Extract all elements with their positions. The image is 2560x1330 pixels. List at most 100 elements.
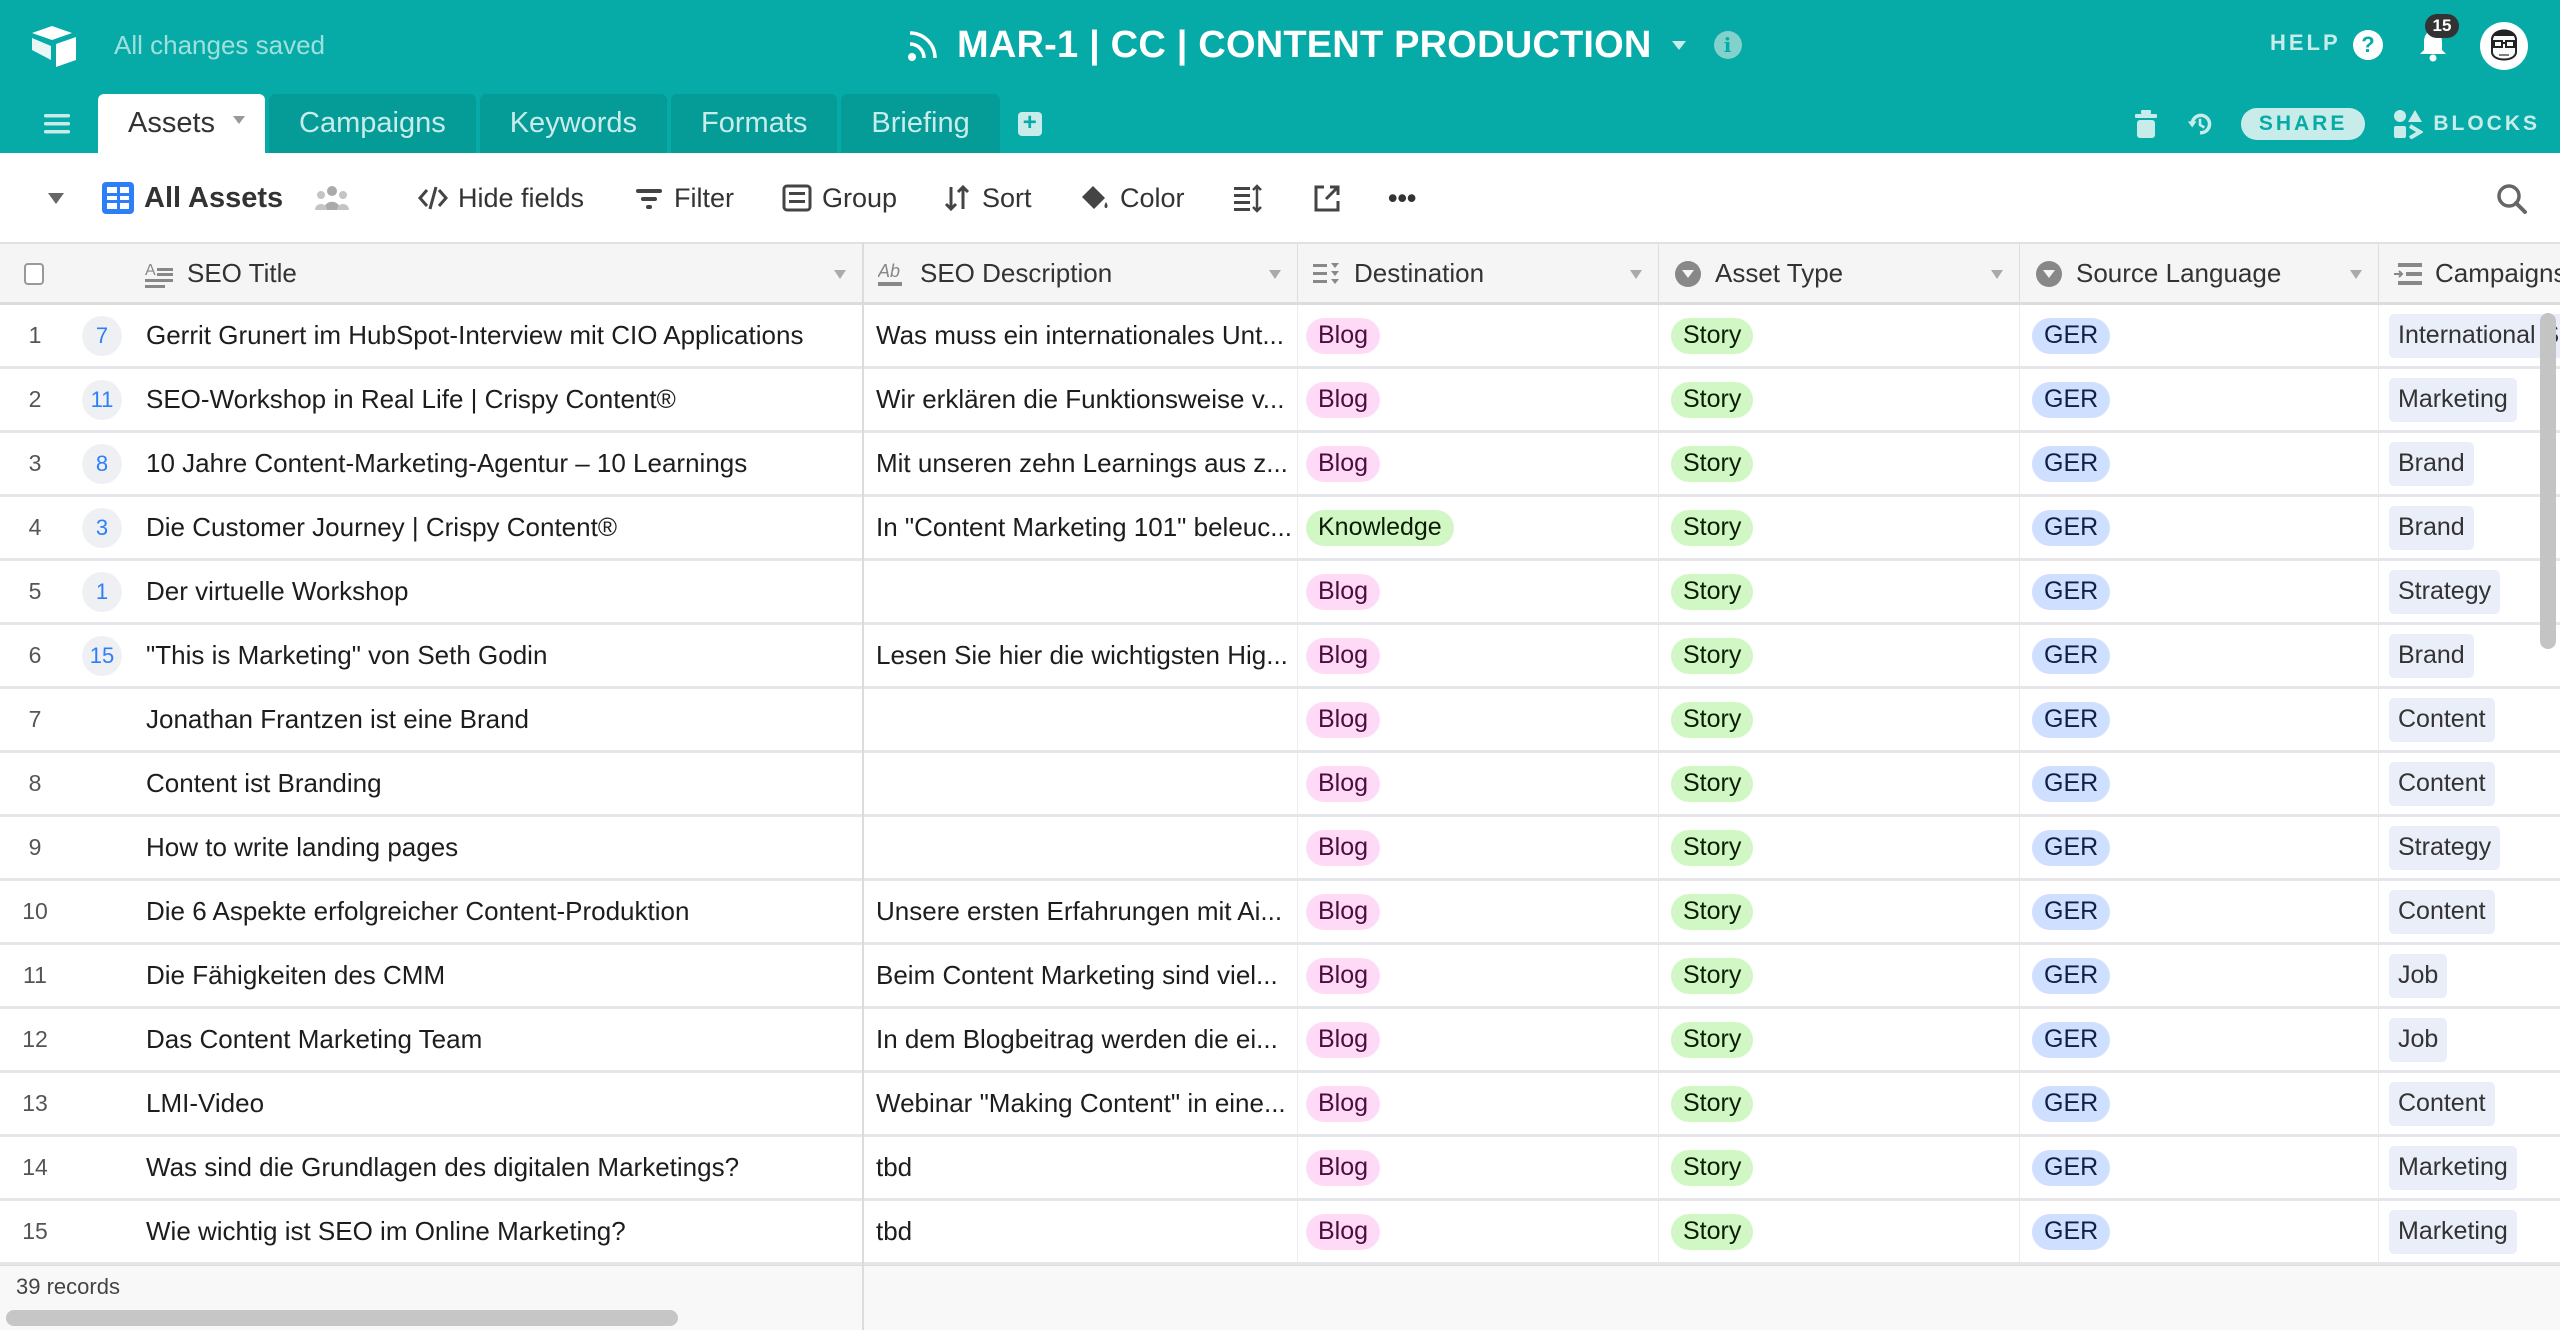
table-row[interactable]: 3 8 10 Jahre Content-Marketing-Agentur – 1…	[0, 433, 2560, 497]
cell-campaigns[interactable]: Content	[2379, 753, 2560, 814]
table-row[interactable]: 6 15 "This is Marketing" von Seth Godin Les…	[0, 625, 2560, 689]
comment-count-badge[interactable]: 15	[82, 635, 122, 676]
linked-campaign-chip[interactable]: Marketing	[2389, 1145, 2517, 1190]
cell-seo-description[interactable]: tbd	[864, 1137, 1298, 1198]
hide-fields-button[interactable]: Hide fields	[418, 153, 584, 243]
cell-seo-title[interactable]: SEO-Workshop in Real Life | Crispy Conte…	[131, 369, 862, 430]
cell-source-language[interactable]: GER	[2020, 689, 2379, 750]
cell-seo-title[interactable]: Was sind die Grundlagen des digitalen Ma…	[131, 1137, 862, 1198]
cell-asset-type[interactable]: Story	[1659, 1009, 2020, 1070]
color-button[interactable]: Color	[1080, 153, 1185, 243]
cell-destination[interactable]: Blog	[1298, 1073, 1659, 1134]
chevron-down-icon[interactable]	[1269, 270, 1281, 279]
linked-campaign-chip[interactable]: Brand	[2389, 441, 2474, 486]
cell-destination[interactable]: Blog	[1298, 1137, 1659, 1198]
table-row[interactable]: 9 How to write landing pages Blog Story GER S…	[0, 817, 2560, 881]
cell-source-language[interactable]: GER	[2020, 881, 2379, 942]
cell-seo-description[interactable]: In "Content Marketing 101" beleuc...	[864, 497, 1298, 558]
linked-campaign-chip[interactable]: Job	[2389, 1017, 2448, 1062]
cell-seo-description[interactable]: Beim Content Marketing sind viel...	[864, 945, 1298, 1006]
search-icon[interactable]	[2496, 183, 2528, 215]
chevron-down-icon[interactable]	[1991, 270, 2003, 279]
table-row[interactable]: 2 11 SEO-Workshop in Real Life | Crispy Co…	[0, 369, 2560, 433]
cell-source-language[interactable]: GER	[2020, 1009, 2379, 1070]
sort-button[interactable]: Sort	[942, 153, 1032, 243]
cell-seo-description[interactable]: Was muss ein internationales Unt...	[864, 305, 1298, 366]
column-header-campaigns[interactable]: Campaigns	[2379, 244, 2560, 303]
hamburger-menu-icon[interactable]	[44, 114, 70, 134]
horizontal-scrollbar[interactable]	[6, 1310, 678, 1326]
cell-source-language[interactable]: GER	[2020, 1201, 2379, 1262]
comment-count-badge[interactable]: 3	[82, 507, 122, 548]
cell-source-language[interactable]: GER	[2020, 433, 2379, 494]
table-row[interactable]: 11 Die Fähigkeiten des CMM Beim Content Ma…	[0, 945, 2560, 1009]
cell-source-language[interactable]: GER	[2020, 817, 2379, 878]
tab-assets[interactable]: Assets	[98, 94, 266, 153]
vertical-scrollbar[interactable]	[2540, 313, 2556, 649]
cell-asset-type[interactable]: Story	[1659, 561, 2020, 622]
chevron-down-icon[interactable]	[1671, 40, 1686, 50]
linked-campaign-chip[interactable]: Marketing	[2389, 1209, 2517, 1254]
cell-seo-description[interactable]	[864, 689, 1298, 750]
help-icon[interactable]: ?	[2353, 30, 2383, 60]
comment-count-badge[interactable]: 8	[82, 443, 122, 484]
cell-asset-type[interactable]: Story	[1659, 433, 2020, 494]
cell-seo-description[interactable]: Lesen Sie hier die wichtigsten Hig...	[864, 625, 1298, 686]
tab-keywords[interactable]: Keywords	[479, 94, 668, 153]
tab-briefing[interactable]: Briefing	[841, 94, 1000, 153]
base-title-menu[interactable]: MAR-1 | CC | CONTENT PRODUCTION i	[905, 20, 1742, 70]
cell-destination[interactable]: Blog	[1298, 1009, 1659, 1070]
linked-campaign-chip[interactable]: Strategy	[2389, 825, 2501, 870]
table-row[interactable]: 8 Content ist Branding Blog Story GER Content	[0, 753, 2560, 817]
cell-asset-type[interactable]: Story	[1659, 945, 2020, 1006]
cell-seo-description[interactable]: Webinar "Making Content" in eine...	[864, 1073, 1298, 1134]
cell-source-language[interactable]: GER	[2020, 497, 2379, 558]
linked-campaign-chip[interactable]: International S	[2389, 313, 2560, 358]
cell-asset-type[interactable]: Story	[1659, 1201, 2020, 1262]
blocks-button[interactable]: BLOCKS	[2393, 109, 2540, 139]
linked-campaign-chip[interactable]: Brand	[2389, 505, 2474, 550]
view-switcher[interactable]: All Assets	[48, 153, 350, 243]
linked-campaign-chip[interactable]: Content	[2389, 697, 2495, 742]
row-height-button[interactable]	[1232, 153, 1262, 243]
share-view-button[interactable]	[1312, 153, 1342, 243]
linked-campaign-chip[interactable]: Content	[2389, 1081, 2495, 1126]
cell-seo-description[interactable]	[864, 561, 1298, 622]
add-table-icon[interactable]: +	[1017, 110, 1042, 136]
cell-destination[interactable]: Blog	[1298, 561, 1659, 622]
cell-asset-type[interactable]: Story	[1659, 1137, 2020, 1198]
table-row[interactable]: 1 7 Gerrit Grunert im HubSpot-Interview mi…	[0, 305, 2560, 369]
history-icon[interactable]	[2187, 109, 2213, 139]
cell-destination[interactable]: Blog	[1298, 689, 1659, 750]
cell-seo-description[interactable]: Wir erklären die Funktionsweise v...	[864, 369, 1298, 430]
cell-asset-type[interactable]: Story	[1659, 881, 2020, 942]
cell-seo-title[interactable]: Gerrit Grunert im HubSpot-Interview mit …	[131, 305, 862, 366]
chevron-down-icon[interactable]	[233, 115, 246, 124]
cell-destination[interactable]: Blog	[1298, 625, 1659, 686]
group-button[interactable]: Group	[782, 153, 897, 243]
cell-campaigns[interactable]: Strategy	[2379, 817, 2560, 878]
cell-campaigns[interactable]: Marketing	[2379, 1201, 2560, 1262]
chevron-down-icon[interactable]	[834, 270, 846, 279]
table-row[interactable]: 4 3 Die Customer Journey | Crispy Content®…	[0, 497, 2560, 561]
cell-campaigns[interactable]: Content	[2379, 689, 2560, 750]
tab-formats[interactable]: Formats	[671, 94, 838, 153]
cell-seo-title[interactable]: Die Customer Journey | Crispy Content®	[131, 497, 862, 558]
cell-campaigns[interactable]: Brand	[2379, 497, 2560, 558]
cell-source-language[interactable]: GER	[2020, 1137, 2379, 1198]
cell-asset-type[interactable]: Story	[1659, 817, 2020, 878]
cell-campaigns[interactable]: International S	[2379, 305, 2560, 366]
cell-seo-title[interactable]: Jonathan Frantzen ist eine Brand	[131, 689, 862, 750]
cell-campaigns[interactable]: Strategy	[2379, 561, 2560, 622]
linked-campaign-chip[interactable]: Job	[2389, 953, 2448, 998]
cell-seo-title[interactable]: Wie wichtig ist SEO im Online Marketing?	[131, 1201, 862, 1262]
table-row[interactable]: 13 LMI-Video Webinar "Making Content" in e…	[0, 1073, 2560, 1137]
cell-source-language[interactable]: GER	[2020, 369, 2379, 430]
cell-seo-title[interactable]: Das Content Marketing Team	[131, 1009, 862, 1070]
cell-source-language[interactable]: GER	[2020, 753, 2379, 814]
table-row[interactable]: 12 Das Content Marketing Team In dem Blogb…	[0, 1009, 2560, 1073]
cell-campaigns[interactable]: Content	[2379, 881, 2560, 942]
cell-campaigns[interactable]: Brand	[2379, 625, 2560, 686]
info-icon[interactable]: i	[1713, 31, 1742, 59]
cell-seo-title[interactable]: Content ist Branding	[131, 753, 862, 814]
